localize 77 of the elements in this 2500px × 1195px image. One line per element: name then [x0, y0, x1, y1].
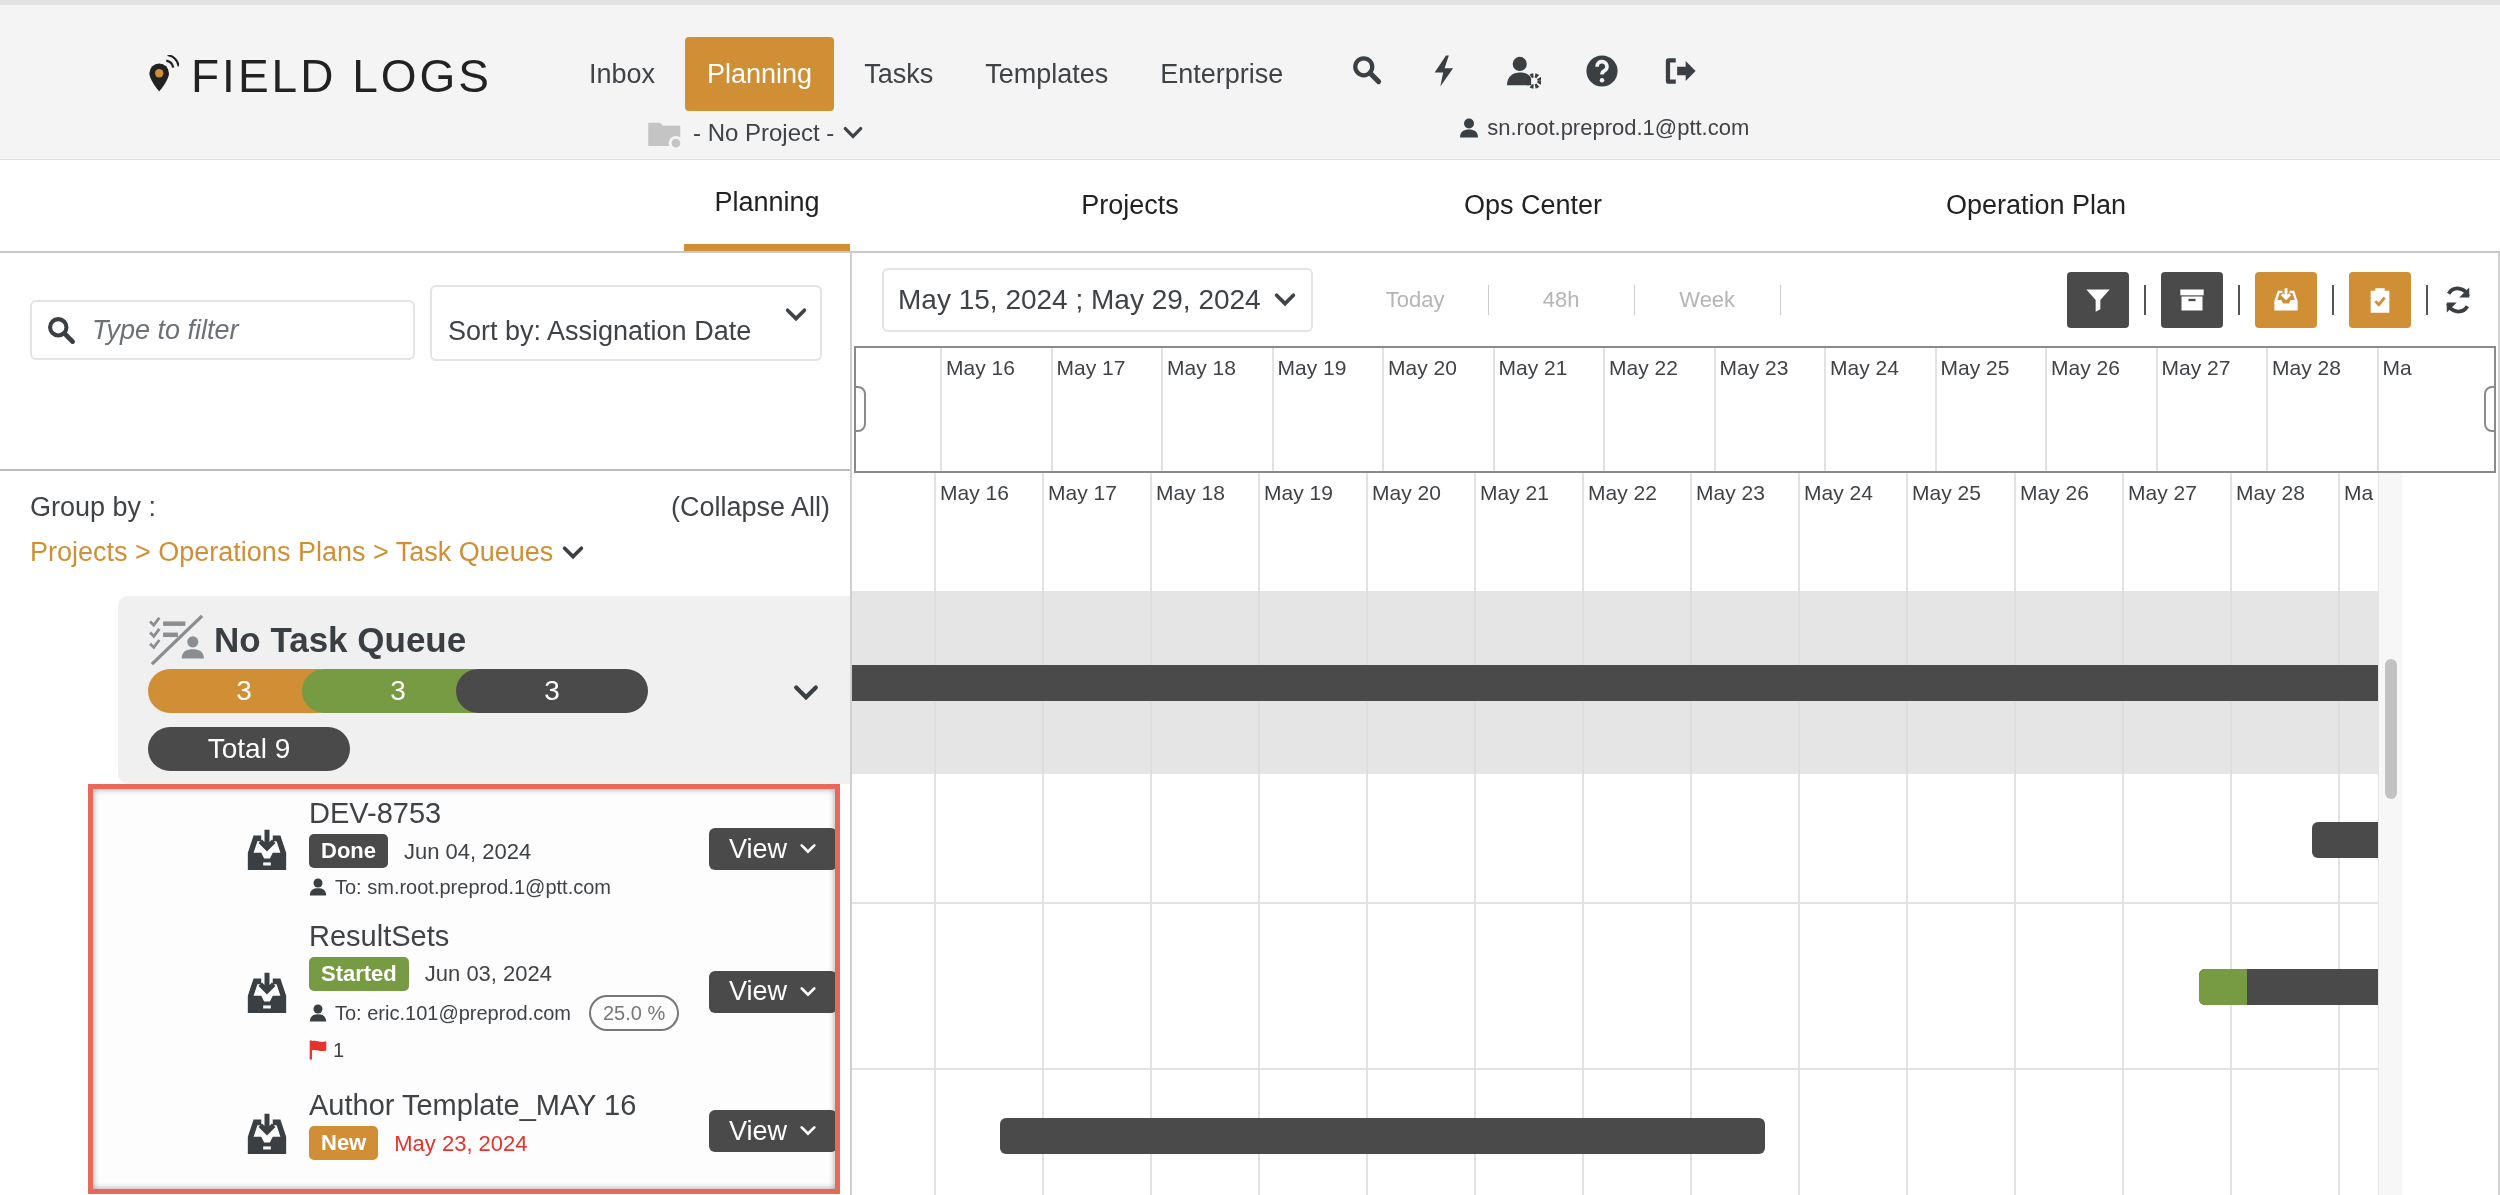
day-label: May 26 [2019, 480, 2090, 506]
day-label: May 21 [1479, 480, 1550, 506]
project-selector[interactable]: - No Project - [644, 115, 865, 151]
day-label: May 17 [1047, 480, 1118, 506]
status-badge: Started [309, 956, 409, 991]
scrollbar[interactable] [2378, 473, 2402, 1195]
day-label: May 22 [1608, 355, 1679, 381]
progress-badge: 25.0 % [588, 994, 680, 1031]
tab[interactable]: Ops Center [1433, 160, 1633, 251]
help-icon[interactable] [1585, 53, 1620, 89]
collapse-all-link[interactable]: (Collapse All) [670, 485, 830, 530]
user-icon [309, 877, 327, 897]
date-range-dropdown[interactable]: May 15, 2024 ; May 29, 2024 [882, 267, 1313, 332]
view-button[interactable]: View [709, 828, 835, 870]
day-label: May 16 [939, 480, 1010, 506]
task-date: May 23, 2024 [394, 1129, 528, 1158]
day-label: May 25 [1911, 480, 1982, 506]
day-label: May 26 [2050, 355, 2121, 381]
user-email: sn.root.preprod.1@ptt.com [1487, 114, 1750, 142]
day-label: May 23 [1718, 355, 1790, 381]
gantt-bar [2312, 822, 2378, 858]
day-label: May 21 [1497, 355, 1569, 381]
view-button[interactable]: View [709, 970, 835, 1013]
toolbar-button[interactable] [2067, 271, 2129, 328]
nav-tab[interactable]: Inbox [566, 37, 678, 111]
filter-field[interactable]: Type to filter [30, 300, 415, 360]
tab[interactable]: Projects [1030, 160, 1230, 251]
user-icon [309, 1002, 327, 1023]
inbox-tray-icon [2272, 285, 2300, 314]
tab[interactable]: Operation Plan [1906, 160, 2166, 251]
user-icon [1459, 116, 1480, 139]
nav-tab[interactable]: Tasks [842, 37, 956, 111]
status-badge: New [309, 1126, 379, 1160]
day-label: May 22 [1587, 480, 1658, 506]
day-label: May 27 [2127, 480, 2198, 506]
task-name: DEV-8753 [309, 796, 443, 830]
nav-tab[interactable]: Templates [963, 37, 1131, 111]
search-icon [46, 315, 76, 345]
day-label: May 23 [1695, 480, 1766, 506]
assignee: To: sm.root.preprod.1@ptt.com [335, 875, 611, 900]
assignee: To: eric.101@preprod.com [335, 1000, 571, 1026]
sort-dropdown[interactable]: Sort by: Assignation Date [430, 285, 822, 361]
day-label: May 24 [1829, 355, 1900, 381]
toolbar-button[interactable] [2161, 271, 2223, 328]
flag-icon [309, 1038, 329, 1061]
nav-tab[interactable]: Enterprise [1138, 37, 1306, 111]
queue-title: No Task Queue [214, 619, 467, 661]
day-label: May 28 [2235, 480, 2306, 506]
status-badge: Done [309, 834, 388, 868]
view-button[interactable]: View [709, 1110, 835, 1152]
day-label: Ma [2343, 480, 2375, 506]
day-label: May 20 [1387, 355, 1458, 381]
day-label: May 25 [1939, 355, 2011, 381]
day-label: May 18 [1166, 355, 1237, 381]
tab[interactable]: Planning [684, 160, 850, 251]
scrollbar-thumb[interactable] [2385, 659, 2397, 799]
total-pill: Total 9 [148, 726, 350, 771]
logo-text: FIELD LOGS [191, 53, 492, 99]
task-name: ResultSets [309, 918, 451, 953]
count-pill: 3 [456, 668, 648, 713]
refresh-icon[interactable] [2443, 284, 2473, 315]
group-by-label: Group by : [30, 491, 157, 524]
day-label: May 17 [1055, 355, 1127, 381]
day-label: May 28 [2271, 355, 2342, 381]
day-label: May 27 [2160, 355, 2232, 381]
day-label: Ma [2381, 355, 2413, 381]
task-name: Author Template_MAY 16 [309, 1088, 638, 1122]
task-date: Jun 03, 2024 [424, 960, 553, 988]
task-list-icon [148, 614, 206, 667]
day-label: May 19 [1263, 480, 1334, 506]
day-label: May 19 [1276, 355, 1348, 381]
flag-count: 1 [333, 1037, 345, 1063]
task-date: Jun 04, 2024 [404, 837, 532, 866]
day-label: May 20 [1371, 480, 1442, 506]
day-label: May 18 [1155, 480, 1226, 506]
day-label: May 24 [1803, 480, 1874, 506]
day-label: May 16 [945, 355, 1016, 381]
